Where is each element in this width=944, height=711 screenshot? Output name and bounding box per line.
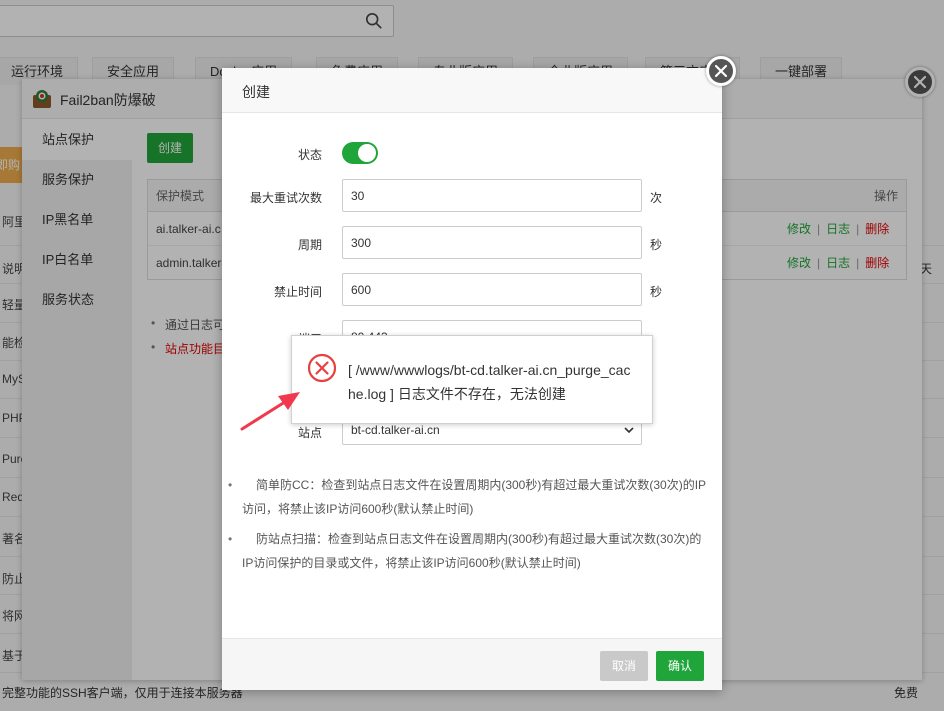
dialog-title: 创建 — [242, 84, 270, 100]
period-label: 周期 — [297, 238, 322, 252]
max-retry-input[interactable] — [342, 179, 642, 212]
note-scan: 防站点扫描：检查到站点日志文件在设置周期内(300秒)有超过最大重试次数(30次… — [228, 527, 707, 575]
dialog-notes: 简单防CC：检查到站点日志文件在设置周期内(300秒)有超过最大重试次数(30次… — [228, 473, 707, 575]
ban-time-input[interactable] — [342, 273, 642, 306]
period-unit: 秒 — [650, 238, 663, 252]
dialog-close-button[interactable] — [706, 56, 736, 86]
error-icon — [307, 353, 337, 383]
dialog-footer: 取消 确认 — [222, 638, 722, 690]
error-toast: [ /www/wwwlogs/bt-cd.talker-ai.cn_purge_… — [291, 335, 653, 424]
status-toggle[interactable] — [342, 142, 378, 164]
note-cc: 简单防CC：检查到站点日志文件在设置周期内(300秒)有超过最大重试次数(30次… — [228, 473, 707, 521]
max-retry-label: 最大重试次数 — [249, 191, 322, 205]
max-retry-unit: 次 — [650, 191, 663, 205]
close-icon[interactable] — [711, 61, 731, 81]
toggle-knob — [358, 144, 376, 162]
ban-time-unit: 秒 — [650, 285, 663, 299]
ban-time-label: 禁止时间 — [273, 285, 322, 299]
cancel-button[interactable]: 取消 — [600, 651, 648, 681]
period-input[interactable] — [342, 226, 642, 259]
chevron-down-icon — [624, 427, 634, 434]
annotation-arrow-icon — [240, 392, 300, 431]
site-select-value: bt-cd.talker-ai.cn — [351, 423, 440, 437]
error-message: [ /www/wwwlogs/bt-cd.talker-ai.cn_purge_… — [348, 362, 631, 402]
confirm-button[interactable]: 确认 — [656, 651, 704, 681]
status-label: 状态 — [297, 148, 322, 162]
dialog-header: 创建 — [222, 68, 722, 113]
